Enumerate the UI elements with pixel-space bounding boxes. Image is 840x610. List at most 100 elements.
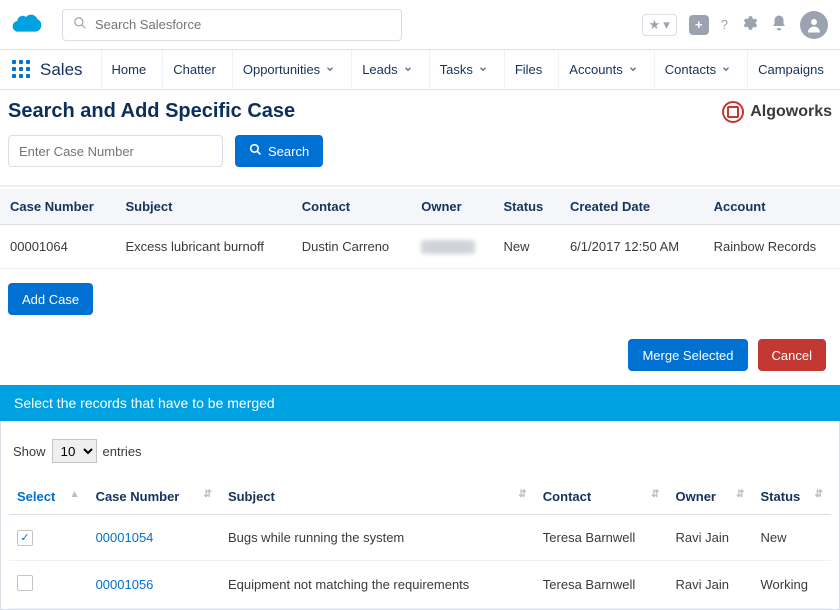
sort-icon[interactable]: ⇵ — [736, 489, 744, 500]
favorites-button[interactable]: ★ ▾ — [642, 14, 677, 36]
col-header[interactable]: Case Number⇵ — [88, 479, 220, 515]
cell-select: ✓ — [9, 515, 88, 561]
salesforce-cloud-icon — [12, 12, 44, 37]
page-title: Search and Add Specific Case — [8, 100, 295, 123]
nav-item-label: Home — [112, 62, 147, 77]
cell-contact: Teresa Barnwell — [535, 560, 668, 608]
cell-owner: Ravi Jain — [668, 515, 753, 561]
cell-owner: Ravi Jain — [668, 560, 753, 608]
page-size-select[interactable]: 10 — [52, 439, 97, 463]
cell-select — [9, 560, 88, 608]
chevron-down-icon — [478, 62, 488, 77]
nav-item-accounts[interactable]: Accounts — [558, 50, 647, 90]
chevron-down-icon — [628, 62, 638, 77]
col-header[interactable]: Contact — [292, 189, 411, 225]
col-header[interactable]: Subject — [115, 189, 291, 225]
row-checkbox[interactable] — [17, 575, 33, 591]
sort-icon[interactable]: ⇵ — [518, 489, 526, 500]
global-search-input[interactable] — [95, 17, 391, 32]
global-search[interactable] — [62, 9, 402, 41]
nav-item-label: Chatter — [173, 62, 216, 77]
app-launcher-icon[interactable] — [12, 60, 30, 80]
chevron-down-icon — [721, 62, 731, 77]
case-search-row: Search — [0, 135, 840, 187]
cell-case-number: 00001064 — [0, 225, 115, 269]
col-header[interactable]: Owner — [411, 189, 493, 225]
cell-owner — [411, 225, 493, 269]
nav-item-label: Campaigns — [758, 62, 824, 77]
search-button[interactable]: Search — [235, 135, 323, 167]
nav-item-tasks[interactable]: Tasks — [429, 50, 498, 90]
nav-items: Home Chatter Opportunities LeadsTasks Files A… — [101, 50, 834, 90]
col-header[interactable]: Status⇵ — [753, 479, 831, 515]
col-header[interactable]: Case Number — [0, 189, 115, 225]
global-add-button[interactable]: + — [689, 15, 709, 35]
chevron-down-icon — [403, 62, 413, 77]
cell-status: New — [494, 225, 560, 269]
sort-icon[interactable]: ⇵ — [204, 489, 212, 500]
user-avatar[interactable] — [800, 11, 828, 39]
cell-case[interactable]: 00001054 — [88, 515, 220, 561]
algoworks-logo-icon — [722, 101, 744, 123]
col-header[interactable]: Account — [704, 189, 840, 225]
help-icon[interactable]: ? — [721, 17, 728, 32]
table-row[interactable]: 00001064 Excess lubricant burnoff Dustin… — [0, 225, 840, 269]
add-case-button[interactable]: Add Case — [8, 283, 93, 315]
cell-account: Rainbow Records — [704, 225, 840, 269]
cell-subject: Bugs while running the system — [220, 515, 535, 561]
search-button-label: Search — [268, 144, 309, 159]
chevron-down-icon — [325, 62, 335, 77]
show-label-prefix: Show — [13, 444, 46, 459]
nav-item-leads[interactable]: Leads — [351, 50, 422, 90]
col-header[interactable]: Owner⇵ — [668, 479, 753, 515]
nav-item-campaigns[interactable]: Campaigns — [747, 50, 834, 90]
col-header[interactable]: Contact⇵ — [535, 479, 668, 515]
merge-panel: Show 10 entries Select▲Case Number⇵Subje… — [0, 421, 840, 610]
merge-candidates-table: Select▲Case Number⇵Subject⇵Contact⇵Owner… — [9, 479, 831, 609]
chevron-down-icon: ▾ — [663, 17, 670, 33]
sort-icon[interactable]: ▲ — [70, 489, 80, 500]
partner-brand: Algoworks — [722, 101, 832, 123]
nav-item-chatter[interactable]: Chatter — [162, 50, 226, 90]
page-size-control: Show 10 entries — [13, 439, 827, 463]
sort-icon[interactable]: ⇵ — [651, 489, 659, 500]
col-header[interactable]: Select▲ — [9, 479, 88, 515]
merge-selected-button[interactable]: Merge Selected — [628, 339, 747, 371]
nav-item-label: Opportunities — [243, 62, 320, 77]
nav-item-files[interactable]: Files — [504, 50, 552, 90]
cell-created: 6/1/2017 12:50 AM — [560, 225, 704, 269]
search-icon — [249, 143, 262, 159]
table-row[interactable]: 00001056Equipment not matching the requi… — [9, 560, 831, 608]
col-header[interactable]: Status — [494, 189, 560, 225]
case-number-input[interactable] — [8, 135, 223, 167]
nav-item-label: Accounts — [569, 62, 622, 77]
col-header[interactable]: Subject⇵ — [220, 479, 535, 515]
cell-contact: Teresa Barnwell — [535, 515, 668, 561]
row-checkbox[interactable]: ✓ — [17, 530, 33, 546]
show-label-suffix: entries — [103, 444, 142, 459]
sort-icon[interactable]: ⇵ — [815, 489, 823, 500]
cell-contact: Dustin Carreno — [292, 225, 411, 269]
col-header[interactable]: Created Date — [560, 189, 704, 225]
table-row[interactable]: ✓ 00001054Bugs while running the systemTe… — [9, 515, 831, 561]
search-results-table: Case NumberSubjectContactOwnerStatusCrea… — [0, 189, 840, 269]
redacted-value — [421, 240, 475, 254]
header-actions: ★ ▾ + ? — [642, 11, 828, 39]
app-name: Sales — [40, 60, 83, 80]
cell-subject: Excess lubricant burnoff — [115, 225, 291, 269]
merge-banner: Select the records that have to be merge… — [0, 385, 840, 421]
nav-item-opportunities[interactable]: Opportunities — [232, 50, 345, 90]
cell-case[interactable]: 00001056 — [88, 560, 220, 608]
cancel-button[interactable]: Cancel — [758, 339, 826, 371]
star-icon: ★ — [649, 17, 661, 33]
app-navigation: Sales Home Chatter Opportunities LeadsTasks… — [0, 50, 840, 90]
cell-status: New — [753, 515, 831, 561]
merge-action-row: Merge Selected Cancel — [0, 339, 840, 385]
nav-item-home[interactable]: Home — [101, 50, 157, 90]
nav-item-label: Files — [515, 62, 542, 77]
setup-gear-icon[interactable] — [740, 14, 758, 35]
nav-item-contacts[interactable]: Contacts — [654, 50, 741, 90]
notifications-bell-icon[interactable] — [770, 14, 788, 35]
cell-status: Working — [753, 560, 831, 608]
partner-brand-label: Algoworks — [750, 103, 832, 121]
